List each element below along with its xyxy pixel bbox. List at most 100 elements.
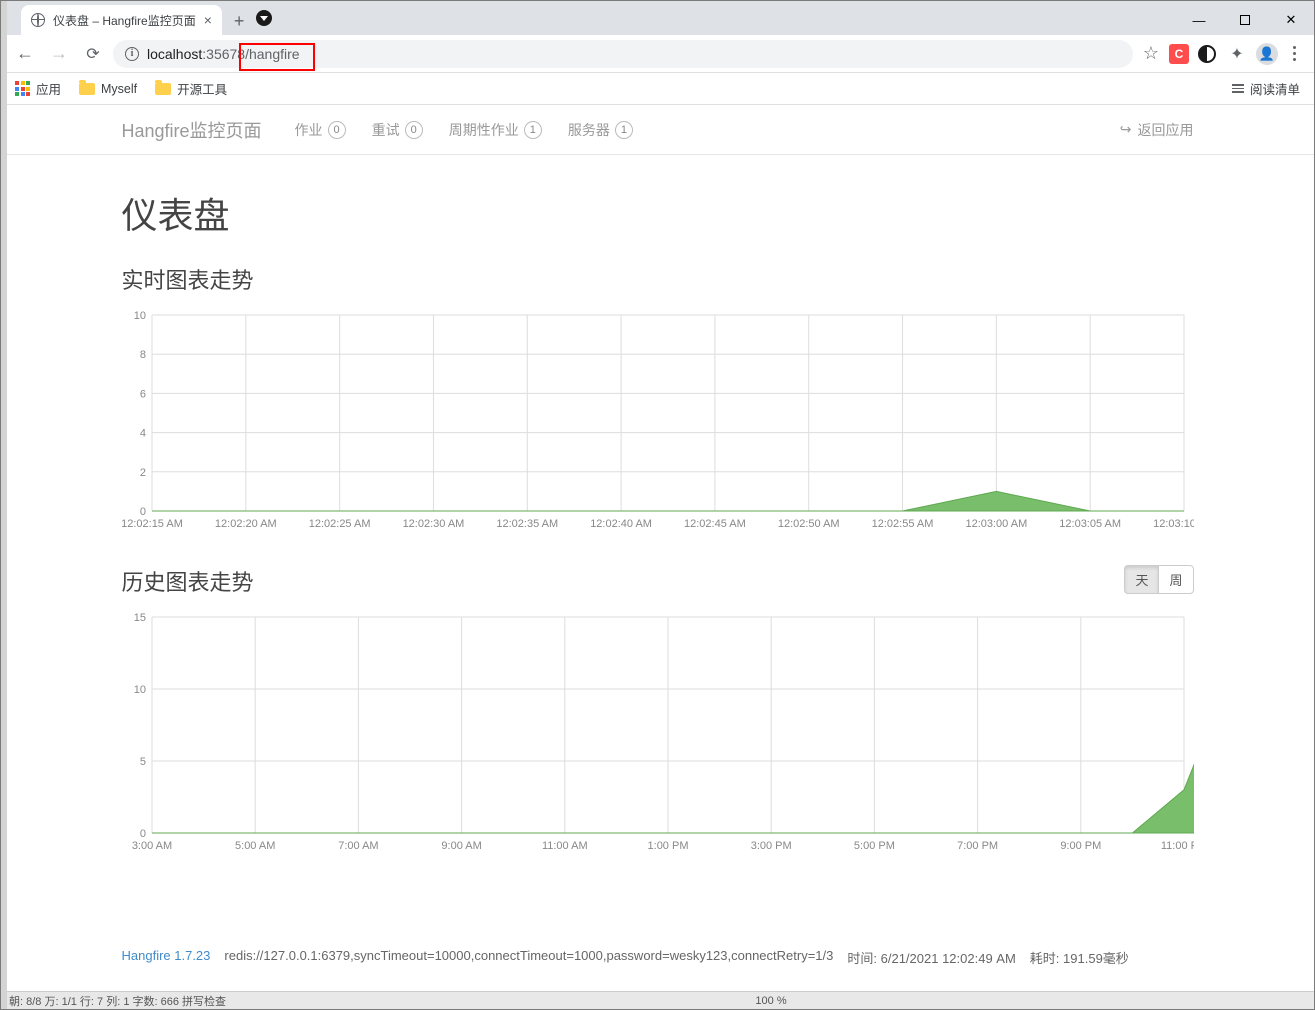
svg-text:5:00 AM: 5:00 AM <box>235 840 275 852</box>
history-chart-svg: 0510153:00 AM5:00 AM7:00 AM9:00 AM11:00 … <box>122 607 1194 857</box>
bookmarks-bar: 应用 Myself 开源工具 阅读清单 <box>1 73 1314 105</box>
account-dropdown-icon[interactable] <box>256 10 272 26</box>
window-maximize-button[interactable] <box>1222 5 1268 35</box>
nav-servers[interactable]: 服务器 1 <box>555 105 646 155</box>
page-content: Hangfire监控页面 作业 0 重试 0 周期性作业 1 服务器 1 ↪ 返… <box>1 105 1314 1009</box>
back-button[interactable]: ← <box>11 40 39 68</box>
svg-text:12:02:15 AM: 12:02:15 AM <box>122 518 183 530</box>
address-bar: ← → ⟳ i localhost:35678/hangfire ☆ C ✦ 👤 <box>1 35 1314 73</box>
svg-text:12:02:50 AM: 12:02:50 AM <box>777 518 839 530</box>
nav-recurring-label: 周期性作业 <box>449 120 519 140</box>
svg-text:1:00 PM: 1:00 PM <box>647 840 688 852</box>
nav-recurring-badge: 1 <box>524 121 542 139</box>
profile-avatar[interactable]: 👤 <box>1255 42 1279 66</box>
bookmark-folder-tools[interactable]: 开源工具 <box>155 79 227 98</box>
nav-retries[interactable]: 重试 0 <box>359 105 436 155</box>
svg-text:12:02:55 AM: 12:02:55 AM <box>871 518 933 530</box>
info-icon[interactable]: i <box>125 47 139 61</box>
new-tab-button[interactable]: + <box>222 7 257 35</box>
url-port: :35678 <box>202 46 245 62</box>
apps-grid-icon <box>15 81 30 96</box>
svg-text:12:03:10 AM: 12:03:10 AM <box>1153 518 1194 530</box>
svg-text:10: 10 <box>133 310 145 322</box>
bookmark-folder-myself[interactable]: Myself <box>79 82 137 96</box>
svg-text:11:00 AM: 11:00 AM <box>541 840 587 852</box>
url-path: /hangfire <box>245 46 299 62</box>
realtime-chart: 0 2 4 6 8 10 12:02:15 AM 12:02:20 AM 12:02:25 AM… <box>122 305 1194 535</box>
svg-text:6: 6 <box>139 388 145 400</box>
nav-recurring[interactable]: 周期性作业 1 <box>436 105 555 155</box>
status-left: 朝: 8/8 万: 1/1 行: 7 列: 1 字数: 666 拼写检查 <box>9 993 226 1009</box>
reload-button[interactable]: ⟳ <box>79 40 107 68</box>
bookmark-label: Myself <box>101 82 137 96</box>
svg-text:7:00 AM: 7:00 AM <box>338 840 378 852</box>
hangfire-version-link[interactable]: Hangfire 1.7.23 <box>122 948 211 967</box>
status-zoom: 100 % <box>755 995 786 1007</box>
folder-icon <box>79 83 95 95</box>
svg-text:12:02:40 AM: 12:02:40 AM <box>590 518 652 530</box>
back-to-app-link[interactable]: ↪ 返回应用 <box>1120 120 1194 140</box>
svg-text:12:02:20 AM: 12:02:20 AM <box>214 518 276 530</box>
folder-icon <box>155 83 171 95</box>
svg-text:12:02:45 AM: 12:02:45 AM <box>684 518 746 530</box>
elapsed-label: 耗时: <box>1030 951 1060 966</box>
nav-jobs-badge: 0 <box>328 121 346 139</box>
svg-text:10: 10 <box>133 684 145 696</box>
reading-list-button[interactable]: 阅读清单 <box>1232 79 1300 98</box>
history-range-toggle: 天 周 <box>1124 565 1193 594</box>
toggle-week-button[interactable]: 周 <box>1158 565 1193 594</box>
nav-jobs-label: 作业 <box>295 120 323 140</box>
tab-close-icon[interactable]: × <box>204 12 212 28</box>
history-chart: 历史图表走势 天 周 0510153:00 AM5:00 AM7:00 AM9:… <box>122 565 1194 857</box>
extension-c-icon[interactable]: C <box>1169 44 1189 64</box>
svg-text:12:02:30 AM: 12:02:30 AM <box>402 518 464 530</box>
forward-button[interactable]: → <box>45 40 73 68</box>
brand-title[interactable]: Hangfire监控页面 <box>122 117 262 143</box>
apps-label: 应用 <box>36 79 61 98</box>
browser-titlebar: 仪表盘 – Hangfire监控页面 × + — ✕ <box>1 1 1314 35</box>
toggle-day-button[interactable]: 天 <box>1124 565 1159 594</box>
window-minimize-button[interactable]: — <box>1176 5 1222 35</box>
nav-jobs[interactable]: 作业 0 <box>282 105 359 155</box>
svg-text:12:03:05 AM: 12:03:05 AM <box>1059 518 1121 530</box>
apps-button[interactable]: 应用 <box>15 79 61 98</box>
svg-text:2: 2 <box>139 467 145 479</box>
bookmark-star-icon[interactable]: ☆ <box>1139 42 1163 66</box>
svg-text:12:02:35 AM: 12:02:35 AM <box>496 518 558 530</box>
globe-icon <box>31 13 45 27</box>
svg-text:5:00 PM: 5:00 PM <box>853 840 894 852</box>
svg-text:5: 5 <box>139 756 145 768</box>
reading-list-label: 阅读清单 <box>1250 79 1300 98</box>
svg-text:12:03:00 AM: 12:03:00 AM <box>965 518 1027 530</box>
nav-retries-label: 重试 <box>372 120 400 140</box>
history-chart-title: 历史图表走势 <box>122 565 1194 597</box>
svg-text:4: 4 <box>139 428 145 440</box>
extension-yinyang-icon[interactable] <box>1195 42 1219 66</box>
browser-tab[interactable]: 仪表盘 – Hangfire监控页面 × <box>21 5 222 35</box>
page-title: 仪表盘 <box>122 187 1194 239</box>
return-icon: ↪ <box>1120 121 1132 138</box>
svg-text:11:00 PM: 11:00 PM <box>1160 840 1193 852</box>
browser-menu-button[interactable] <box>1285 46 1304 61</box>
editor-statusbar: 朝: 8/8 万: 1/1 行: 7 列: 1 字数: 666 拼写检查 100… <box>1 991 1314 1009</box>
list-icon <box>1232 84 1244 93</box>
svg-text:3:00 PM: 3:00 PM <box>750 840 791 852</box>
url-host: localhost <box>147 46 202 62</box>
extensions-puzzle-icon[interactable]: ✦ <box>1225 42 1249 66</box>
window-close-button[interactable]: ✕ <box>1268 5 1314 35</box>
svg-text:8: 8 <box>139 349 145 361</box>
bookmark-label: 开源工具 <box>177 79 227 98</box>
svg-text:9:00 AM: 9:00 AM <box>441 840 481 852</box>
svg-text:12:02:25 AM: 12:02:25 AM <box>308 518 370 530</box>
hangfire-nav: Hangfire监控页面 作业 0 重试 0 周期性作业 1 服务器 1 ↪ 返… <box>1 105 1314 155</box>
realtime-chart-svg: 0 2 4 6 8 10 12:02:15 AM 12:02:20 AM 12:02:25 AM… <box>122 305 1194 535</box>
time-label: 时间: <box>847 951 877 966</box>
nav-retries-badge: 0 <box>405 121 423 139</box>
time-value: 6/21/2021 12:02:49 AM <box>881 951 1016 966</box>
nav-servers-label: 服务器 <box>568 120 610 140</box>
elapsed-value: 191.59毫秒 <box>1063 951 1129 966</box>
svg-text:0: 0 <box>139 506 145 518</box>
back-label: 返回应用 <box>1138 120 1194 140</box>
svg-text:3:00 AM: 3:00 AM <box>131 840 171 852</box>
url-input[interactable]: i localhost:35678/hangfire <box>113 40 1133 68</box>
